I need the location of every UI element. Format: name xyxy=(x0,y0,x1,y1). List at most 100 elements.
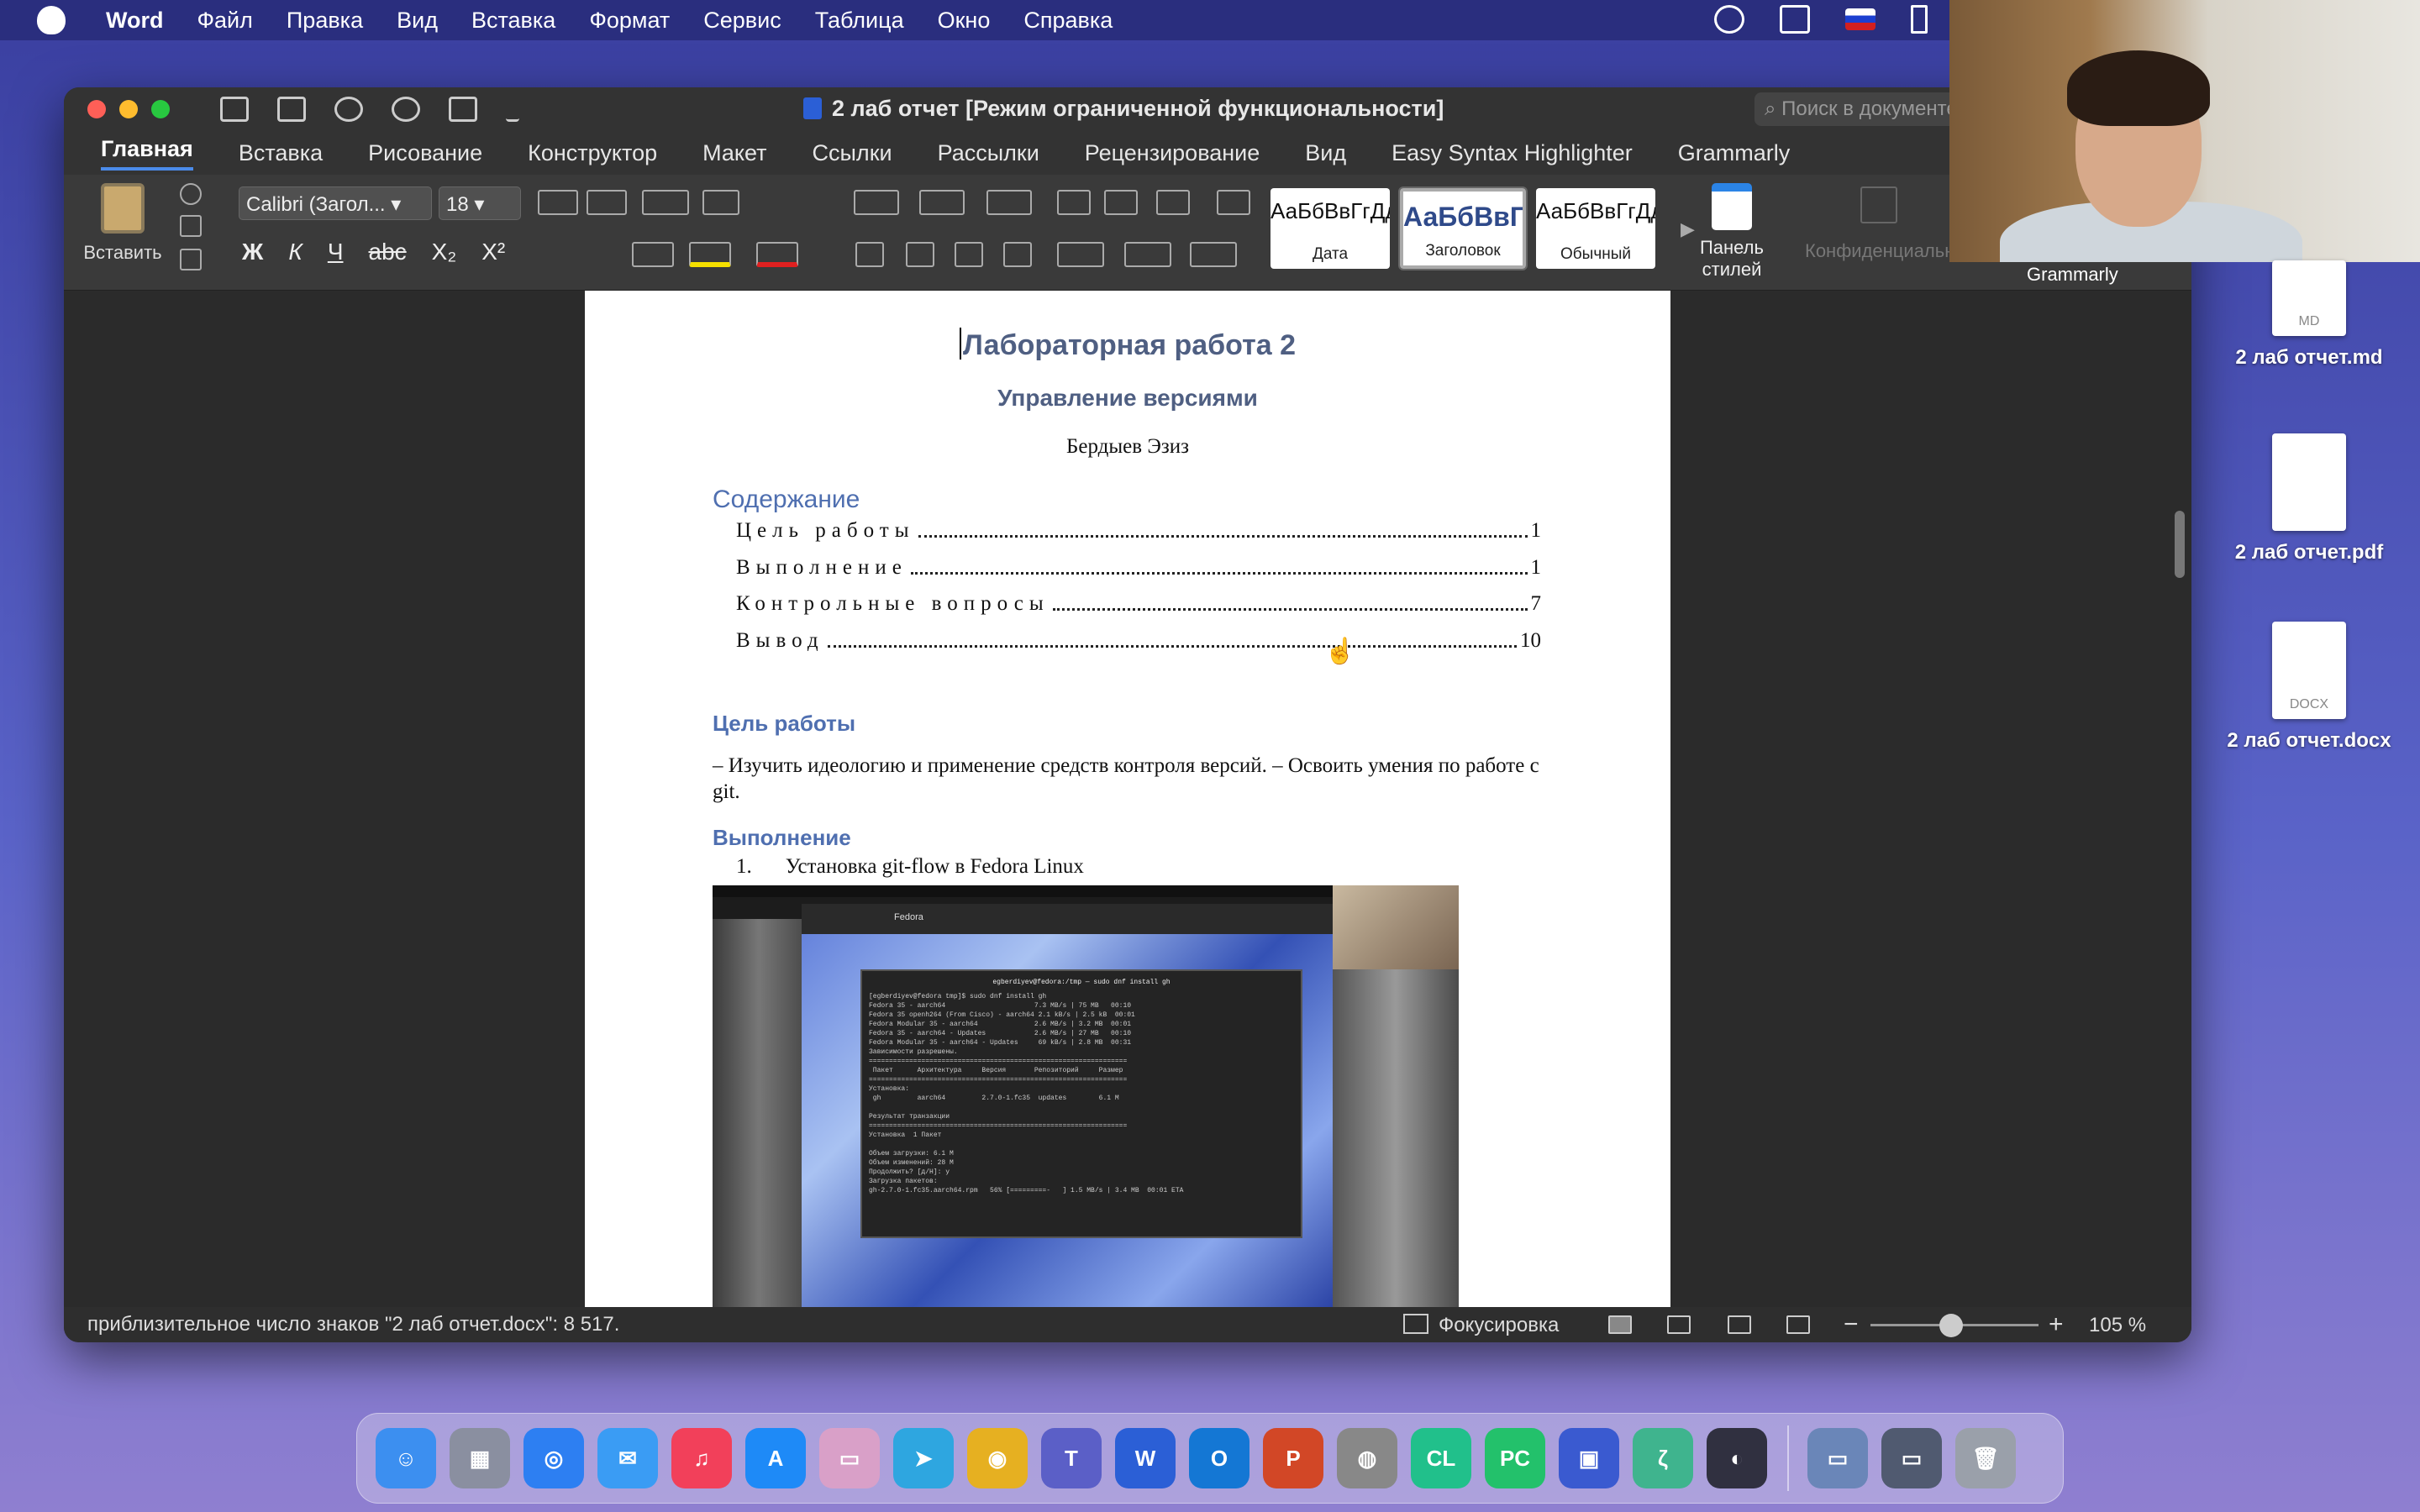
menu-format[interactable]: Формат xyxy=(589,8,670,34)
customize-toolbar-chevron-icon[interactable] xyxy=(506,97,519,122)
align-center-icon[interactable] xyxy=(906,242,934,267)
confidential-label[interactable]: Конфиденциальн xyxy=(1805,240,1954,262)
tab-references[interactable]: Ссылки xyxy=(813,140,892,166)
desktop-file-pdf[interactable]: 2 лаб отчет.pdf xyxy=(2217,433,2402,564)
section-goal-text[interactable]: – Изучить идеологию и применение средств… xyxy=(713,753,1553,805)
close-window-button[interactable] xyxy=(87,100,106,118)
dock-parallels-icon[interactable]: ▣ xyxy=(1559,1428,1619,1488)
text-effects-icon[interactable] xyxy=(632,242,674,267)
font-size-select[interactable]: 18 ▾ xyxy=(439,186,521,220)
section-execution-heading[interactable]: Выполнение xyxy=(713,825,851,851)
style-heading[interactable]: АаБбВвГ Заголовок xyxy=(1398,186,1528,270)
dock-trash-icon[interactable]: 🗑 xyxy=(1955,1428,2016,1488)
copy-icon[interactable] xyxy=(180,215,202,237)
strikethrough-button[interactable]: abc xyxy=(369,239,407,265)
shading-icon[interactable] xyxy=(1124,242,1171,267)
document-page[interactable]: Лабораторная работа 2 Управление версиям… xyxy=(585,291,1670,1307)
bold-button[interactable]: Ж xyxy=(242,239,263,265)
paste-button[interactable]: Вставить xyxy=(81,183,165,264)
save-icon[interactable] xyxy=(277,97,306,122)
dock-downloads-icon[interactable]: ▭ xyxy=(1807,1428,1868,1488)
home-icon[interactable] xyxy=(220,97,249,122)
outline-view-icon[interactable] xyxy=(1728,1315,1751,1334)
grow-font-icon[interactable] xyxy=(538,190,578,215)
doc-subtitle[interactable]: Управление версиями xyxy=(585,385,1670,412)
underline-button[interactable]: Ч xyxy=(328,239,344,265)
dock-screenshot-icon[interactable]: ▭ xyxy=(1881,1428,1942,1488)
borders-icon[interactable] xyxy=(1190,242,1237,267)
dock-safari-icon[interactable]: ◎ xyxy=(523,1428,584,1488)
focus-mode-button[interactable]: Фокусировка xyxy=(1403,1314,1559,1337)
highlight-color-icon[interactable] xyxy=(689,242,731,267)
vertical-scrollbar[interactable] xyxy=(2175,511,2185,578)
menu-insert[interactable]: Вставка xyxy=(471,8,555,34)
dock-app-store-icon[interactable]: A xyxy=(745,1428,806,1488)
dock-obs-icon[interactable]: ◐ xyxy=(1707,1428,1767,1488)
section-goal-heading[interactable]: Цель работы xyxy=(713,711,855,737)
dock-telegram-icon[interactable]: ➤ xyxy=(893,1428,954,1488)
tab-insert[interactable]: Вставка xyxy=(239,140,323,166)
embedded-screenshot-image[interactable]: Fedora egberdiyev@fedora:/tmp — sudo dnf… xyxy=(713,885,1459,1307)
sync-status-icon[interactable] xyxy=(1714,5,1744,34)
redo-icon[interactable] xyxy=(392,97,420,122)
apple-menu-icon[interactable] xyxy=(37,6,66,34)
desktop-file-docx[interactable]: DOCX 2 лаб отчет.docx xyxy=(2217,622,2402,753)
toc-entry[interactable]: Вывод 10 xyxy=(736,629,1541,653)
sensitivity-icon[interactable] xyxy=(1860,186,1897,223)
dock-mail-icon[interactable]: ✉ xyxy=(597,1428,658,1488)
zoom-in-button[interactable]: + xyxy=(2049,1310,2064,1339)
tab-view[interactable]: Вид xyxy=(1305,140,1346,166)
styles-pane-button[interactable]: Панель стилей xyxy=(1694,183,1770,281)
toc-entry[interactable]: Цель работы 1 xyxy=(736,519,1541,543)
dock-pycharm-icon[interactable]: PC xyxy=(1485,1428,1545,1488)
dock-zettlr-icon[interactable]: ζ xyxy=(1633,1428,1693,1488)
menu-file[interactable]: Файл xyxy=(197,8,253,34)
numbering-icon[interactable] xyxy=(919,190,965,215)
list-item[interactable]: 1. Установка git-flow в Fedora Linux xyxy=(736,855,1084,879)
shrink-font-icon[interactable] xyxy=(587,190,627,215)
line-spacing-icon[interactable] xyxy=(1057,242,1104,267)
undo-icon[interactable] xyxy=(334,97,363,122)
draft-view-icon[interactable] xyxy=(1786,1315,1810,1334)
font-name-select[interactable]: Calibri (Загол... ▾ xyxy=(239,186,432,220)
doc-author[interactable]: Бердыев Эзиз xyxy=(585,435,1670,459)
toc-title[interactable]: Содержание xyxy=(713,486,860,514)
dock-chrome-icon[interactable]: ◉ xyxy=(967,1428,1028,1488)
bullets-icon[interactable] xyxy=(854,190,899,215)
toc-entry[interactable]: Выполнение 1 xyxy=(736,556,1541,580)
zoom-slider-knob[interactable] xyxy=(1939,1314,1963,1337)
multilevel-list-icon[interactable] xyxy=(986,190,1032,215)
sort-icon[interactable] xyxy=(1156,190,1190,215)
menu-window[interactable]: Окно xyxy=(938,8,991,34)
dock-outlook-icon[interactable]: O xyxy=(1189,1428,1249,1488)
print-layout-view-icon[interactable] xyxy=(1608,1315,1632,1334)
clear-formatting-icon[interactable] xyxy=(702,190,739,215)
show-formatting-marks-icon[interactable] xyxy=(1217,190,1250,215)
decrease-indent-icon[interactable] xyxy=(1057,190,1091,215)
search-input[interactable]: ⌕ Поиск в документе xyxy=(1754,92,1956,126)
menu-view[interactable]: Вид xyxy=(397,8,438,34)
tab-layout[interactable]: Макет xyxy=(702,140,766,166)
increase-indent-icon[interactable] xyxy=(1104,190,1138,215)
dock-powerpoint-icon[interactable]: P xyxy=(1263,1428,1323,1488)
display-icon[interactable] xyxy=(1780,5,1810,34)
dock-clion-icon[interactable]: CL xyxy=(1411,1428,1471,1488)
align-right-icon[interactable] xyxy=(955,242,983,267)
style-normal[interactable]: АаБбВвГгДд Обычный xyxy=(1536,188,1655,269)
justify-icon[interactable] xyxy=(1003,242,1032,267)
menu-tools[interactable]: Сервис xyxy=(703,8,781,34)
tab-draw[interactable]: Рисование xyxy=(368,140,482,166)
tab-mailings[interactable]: Рассылки xyxy=(938,140,1039,166)
align-left-icon[interactable] xyxy=(855,242,884,267)
format-painter-icon[interactable] xyxy=(180,249,202,270)
change-case-icon[interactable] xyxy=(642,190,689,215)
toc-entry[interactable]: Контрольные вопросы 7 xyxy=(736,592,1541,616)
tab-easy-syntax-highlighter[interactable]: Easy Syntax Highlighter xyxy=(1392,140,1633,166)
cut-icon[interactable] xyxy=(180,183,202,205)
dock-disk-utility-icon[interactable]: ◍ xyxy=(1337,1428,1397,1488)
tab-grammarly[interactable]: Grammarly xyxy=(1678,140,1791,166)
dock-preview-icon[interactable]: ▭ xyxy=(819,1428,880,1488)
menu-app-name[interactable]: Word xyxy=(106,8,164,34)
doc-title-heading[interactable]: Лабораторная работа 2 xyxy=(585,328,1670,362)
font-color-icon[interactable] xyxy=(756,242,798,267)
